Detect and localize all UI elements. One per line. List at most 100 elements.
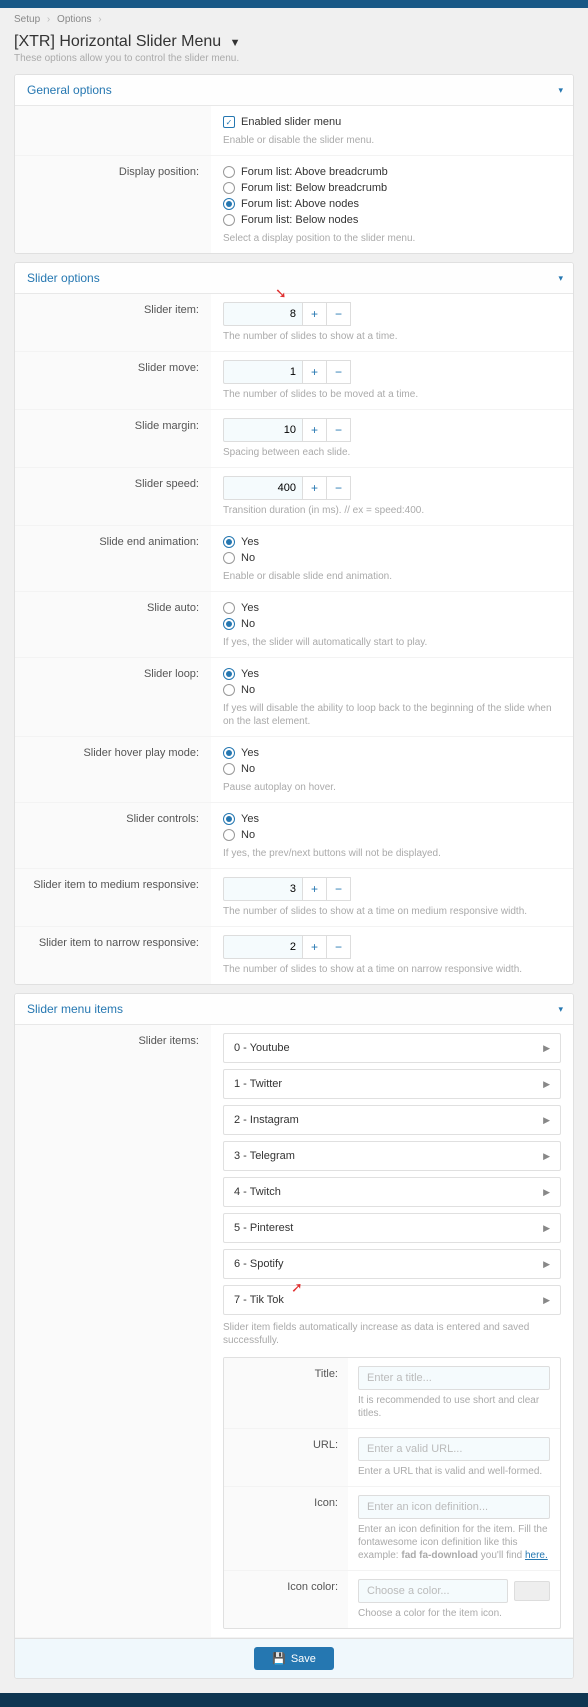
radio-yes[interactable] bbox=[223, 536, 235, 548]
radio-no[interactable] bbox=[223, 552, 235, 564]
radio-label: No bbox=[241, 618, 255, 630]
slider-item-telegram[interactable]: 3 - Telegram ▶ bbox=[223, 1141, 561, 1171]
footer-bar bbox=[0, 1693, 588, 1707]
help-text: The number of slides to show at a time o… bbox=[223, 963, 561, 976]
minus-button[interactable]: − bbox=[327, 877, 351, 901]
icon-label: Icon: bbox=[224, 1487, 348, 1570]
minus-button[interactable]: − bbox=[327, 418, 351, 442]
radio-no[interactable] bbox=[223, 684, 235, 696]
caret-down-icon: ▼ bbox=[230, 37, 241, 49]
plus-button[interactable]: + bbox=[303, 418, 327, 442]
title-input[interactable] bbox=[358, 1366, 550, 1390]
minus-button[interactable]: − bbox=[327, 935, 351, 959]
radio-below-nodes[interactable] bbox=[223, 214, 235, 226]
radio-label: No bbox=[241, 763, 255, 775]
radio-yes[interactable] bbox=[223, 747, 235, 759]
slider-item-label: Slider item: bbox=[15, 294, 211, 351]
section-title: General options bbox=[27, 83, 112, 97]
slide-margin-label: Slide margin: bbox=[15, 410, 211, 467]
radio-above-breadcrumb[interactable] bbox=[223, 166, 235, 178]
minus-button[interactable]: − bbox=[327, 360, 351, 384]
acc-label: 6 - Spotify bbox=[234, 1258, 284, 1270]
radio-no[interactable] bbox=[223, 618, 235, 630]
plus-button[interactable]: + bbox=[303, 476, 327, 500]
page-subtitle: These options allow you to control the s… bbox=[0, 53, 588, 74]
help-text: Transition duration (in ms). // ex = spe… bbox=[223, 504, 561, 517]
chevron-right-icon: ▶ bbox=[543, 1043, 550, 1054]
acc-label: 0 - Youtube bbox=[234, 1042, 290, 1054]
empty-label bbox=[15, 106, 211, 155]
help-text: The number of slides to show at a time o… bbox=[223, 905, 561, 918]
section-header-general[interactable]: General options ▾ bbox=[15, 75, 573, 106]
help-text: The number of slides to show at a time. bbox=[223, 330, 561, 343]
slider-item-tiktok[interactable]: 7 - Tik Tok ▶ bbox=[223, 1285, 561, 1315]
display-position-label: Display position: bbox=[15, 156, 211, 253]
slider-item-pinterest[interactable]: 5 - Pinterest▶ bbox=[223, 1213, 561, 1243]
chevron-right-icon: ▶ bbox=[543, 1295, 550, 1306]
slider-move-label: Slider move: bbox=[15, 352, 211, 409]
minus-button[interactable]: − bbox=[327, 476, 351, 500]
medresp-input[interactable] bbox=[223, 877, 303, 901]
radio-no[interactable] bbox=[223, 763, 235, 775]
radio-label: No bbox=[241, 829, 255, 841]
page-title[interactable]: [XTR] Horizontal Slider Menu ▼ bbox=[0, 31, 588, 53]
chevron-right-icon: ▶ bbox=[543, 1115, 550, 1126]
plus-button[interactable]: + bbox=[303, 877, 327, 901]
help-text: It is recommended to use short and clear… bbox=[358, 1394, 550, 1420]
save-button[interactable]: 💾 Save bbox=[254, 1647, 334, 1670]
color-swatch[interactable] bbox=[514, 1581, 550, 1601]
breadcrumb-options[interactable]: Options bbox=[57, 14, 91, 25]
narresp-input[interactable] bbox=[223, 935, 303, 959]
radio-yes[interactable] bbox=[223, 668, 235, 680]
help-text: Slider item fields automatically increas… bbox=[223, 1321, 561, 1347]
radio-yes[interactable] bbox=[223, 813, 235, 825]
acc-label: 3 - Telegram bbox=[234, 1150, 295, 1162]
enabled-checkbox[interactable] bbox=[223, 116, 235, 128]
minus-button[interactable]: − bbox=[327, 302, 351, 326]
plus-button[interactable]: + bbox=[303, 302, 327, 326]
plus-button[interactable]: + bbox=[303, 935, 327, 959]
acc-label: 7 - Tik Tok bbox=[234, 1294, 284, 1306]
slider-move-input[interactable] bbox=[223, 360, 303, 384]
radio-above-nodes[interactable] bbox=[223, 198, 235, 210]
help-link[interactable]: here. bbox=[525, 1550, 548, 1561]
new-item-panel: Title: It is recommended to use short an… bbox=[223, 1357, 561, 1629]
help-text: Enable or disable slide end animation. bbox=[223, 570, 561, 583]
help-text: Pause autoplay on hover. bbox=[223, 781, 561, 794]
save-label: Save bbox=[291, 1653, 316, 1665]
enabled-label: Enabled slider menu bbox=[241, 116, 341, 128]
slider-speed-input[interactable] bbox=[223, 476, 303, 500]
slider-item-input[interactable] bbox=[223, 302, 303, 326]
radio-label: No bbox=[241, 552, 255, 564]
icon-input[interactable] bbox=[358, 1495, 550, 1519]
slider-item-twitch[interactable]: 4 - Twitch▶ bbox=[223, 1177, 561, 1207]
section-header-slider[interactable]: Slider options ▾ bbox=[15, 263, 573, 294]
breadcrumb-setup[interactable]: Setup bbox=[14, 14, 40, 25]
radio-yes[interactable] bbox=[223, 602, 235, 614]
iconcolor-label: Icon color: bbox=[224, 1571, 348, 1628]
acc-label: 5 - Pinterest bbox=[234, 1222, 293, 1234]
help-text: Spacing between each slide. bbox=[223, 446, 561, 459]
slider-item-twitter[interactable]: 1 - Twitter▶ bbox=[223, 1069, 561, 1099]
radio-below-breadcrumb[interactable] bbox=[223, 182, 235, 194]
url-input[interactable] bbox=[358, 1437, 550, 1461]
iconcolor-input[interactable] bbox=[358, 1579, 508, 1603]
radio-no[interactable] bbox=[223, 829, 235, 841]
chevron-right-icon: ▶ bbox=[543, 1259, 550, 1270]
caret-down-icon: ▾ bbox=[558, 85, 563, 96]
medresp-label: Slider item to medium responsive: bbox=[15, 869, 211, 926]
help-text: If yes will disable the ability to loop … bbox=[223, 702, 561, 728]
section-slider: Slider options ▾ ➘ Slider item: + − The … bbox=[14, 262, 574, 985]
help-bold: fad fa-download bbox=[401, 1550, 478, 1561]
acc-label: 4 - Twitch bbox=[234, 1186, 281, 1198]
chevron-right-icon: › bbox=[98, 14, 101, 25]
section-header-menu[interactable]: Slider menu items ▾ bbox=[15, 994, 573, 1025]
slider-item-spotify[interactable]: 6 - Spotify ▶ bbox=[223, 1249, 561, 1279]
slide-margin-input[interactable] bbox=[223, 418, 303, 442]
radio-label: Yes bbox=[241, 668, 259, 680]
chevron-right-icon: ▶ bbox=[543, 1151, 550, 1162]
slider-item-youtube[interactable]: 0 - Youtube ▶ bbox=[223, 1033, 561, 1063]
plus-button[interactable]: + bbox=[303, 360, 327, 384]
slider-item-instagram[interactable]: 2 - Instagram▶ bbox=[223, 1105, 561, 1135]
radio-label: Yes bbox=[241, 536, 259, 548]
